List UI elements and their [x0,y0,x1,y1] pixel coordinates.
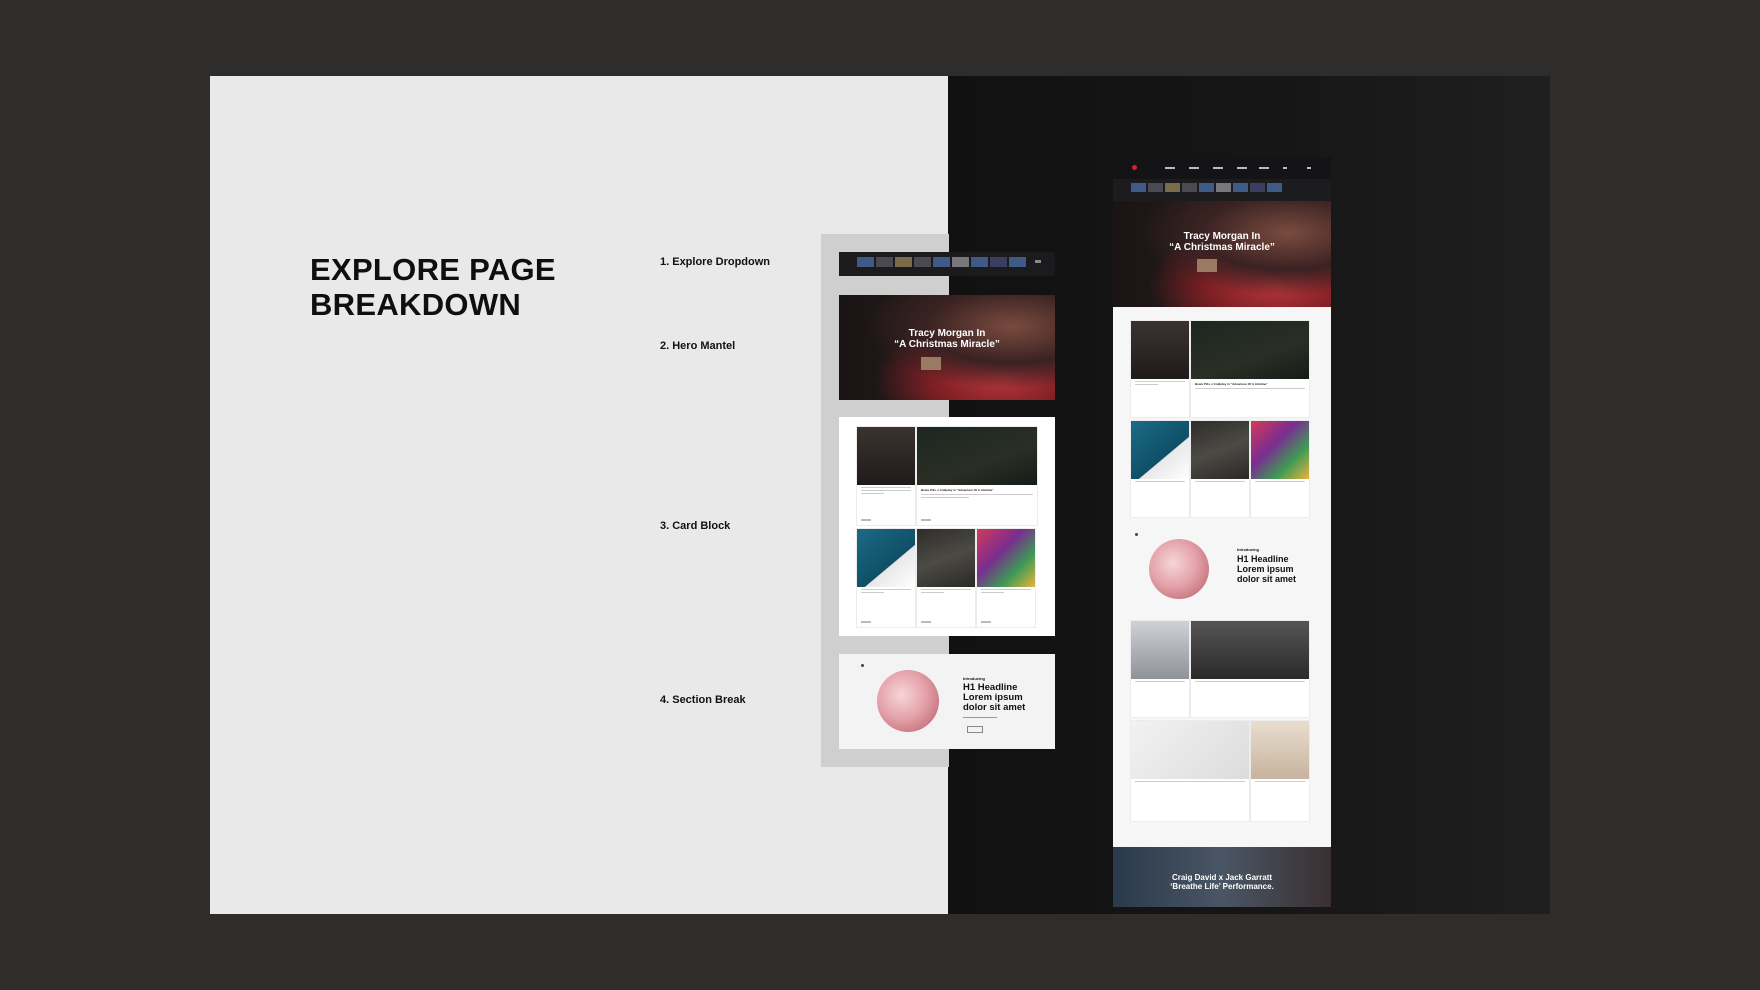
thumbnail [952,257,969,267]
thumbnail [1148,183,1163,192]
page-title: EXPLORE PAGE BREAKDOWN [310,252,556,322]
card [1131,721,1249,821]
step-label-card-block: 3. Card Block [660,520,731,532]
card [1131,421,1189,517]
card-image [917,529,975,587]
card [1191,421,1249,517]
dot-icon [861,664,864,667]
full-page-hero: Tracy Morgan In “A Christmas Miracle” [1113,201,1331,307]
step-label-hero-mantel: 2. Hero Mantel [660,340,736,352]
card-block-preview: Beats Pill+ x Coldplay in “Adventure Of … [839,417,1055,636]
card [1131,621,1189,717]
brand-logo-icon [1132,165,1137,170]
section-break-eyebrow: Introducing [963,676,985,681]
dot-icon [1135,533,1138,536]
card [1251,721,1309,821]
full-page-break-headline: H1 Headline Lorem ipsum dolor sit amet [1237,554,1297,584]
thumbnail [1165,183,1180,192]
card: Beats Pill+ x Coldplay in “Adventure Of … [917,427,1037,525]
thumbnail [990,257,1007,267]
full-page-nav [1113,157,1331,179]
thumbnail [1009,257,1026,267]
thumbnail [1216,183,1231,192]
section-break-preview: Introducing H1 Headline Lorem ipsum dolo… [839,654,1055,749]
headphones-image [877,670,939,732]
card-image [917,427,1037,485]
hero-image [1113,201,1331,307]
full-page-dropdown [1113,179,1331,201]
card: Beats Pill+ x Coldplay in “Adventure Of … [1191,321,1309,417]
section-break-headline: H1 Headline Lorem ipsum dolor sit amet [963,682,1026,713]
thumbnail [1131,183,1146,192]
thumbnail [914,257,931,267]
card [977,529,1035,627]
full-page-body: Beats Pill+ x Coldplay in “Adventure Of … [1113,307,1331,847]
full-page-break-eyebrow: Introducing [1237,547,1259,552]
hero-title: Tracy Morgan In “A Christmas Miracle” [894,328,1000,350]
presentation-board: EXPLORE PAGE BREAKDOWN 1. Explore Dropdo… [210,76,1550,914]
card-image [857,529,915,587]
card [917,529,975,627]
card-caption: Beats Pill+ x Coldplay in “Adventure Of … [1195,382,1268,386]
card [1251,421,1309,517]
card [1131,321,1189,417]
section-break-button[interactable] [967,726,983,733]
card-image [857,427,915,485]
thumbnail [1182,183,1197,192]
thumbnail [1233,183,1248,192]
headphones-image [1149,539,1209,599]
full-page-hero-title: Tracy Morgan In “A Christmas Miracle” [1169,231,1275,253]
card [857,427,915,525]
hero-mantel-preview: Tracy Morgan In “A Christmas Miracle” [839,295,1055,400]
card [1191,621,1309,717]
thumbnail [1199,183,1214,192]
thumbnail [1267,183,1282,192]
explore-dropdown-preview [839,252,1055,276]
hero-thumbnail [921,357,941,370]
thumbnail [857,257,874,267]
card-image [977,529,1035,587]
more-icon [1035,260,1041,263]
step-label-explore-dropdown: 1. Explore Dropdown [660,256,771,268]
thumbnail [895,257,912,267]
step-label-section-break: 4. Section Break [660,694,746,706]
thumbnail [876,257,893,267]
card-row: Beats Pill+ x Coldplay in “Adventure Of … [857,427,1037,525]
card-caption: Beats Pill+ x Coldplay in “Adventure Of … [921,488,994,492]
thumbnail [933,257,950,267]
card-row [857,529,1035,627]
thumbnail [971,257,988,267]
full-page-footer-hero: Craig David x Jack Garratt ‘Breathe Life… [1113,847,1331,907]
dropdown-thumbnails [857,257,1026,267]
full-page-preview: Tracy Morgan In “A Christmas Miracle” Be… [1113,157,1331,907]
thumbnail [1250,183,1265,192]
footer-hero-title: Craig David x Jack Garratt ‘Breathe Life… [1170,873,1274,891]
hero-thumbnail [1197,259,1217,272]
card [857,529,915,627]
